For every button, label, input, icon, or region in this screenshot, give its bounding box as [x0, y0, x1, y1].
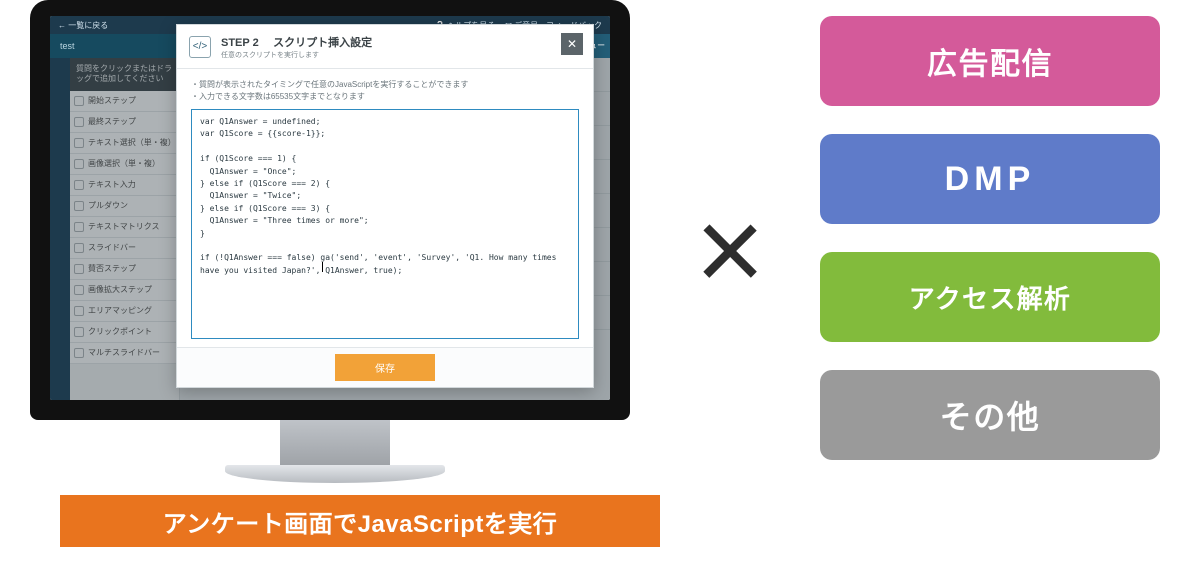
script-settings-modal: </> STEP 2 スクリプト挿入設定 任意のスクリプトを実行します ✕ ・質… [176, 24, 594, 388]
monitor-screen: ← 一覧に戻る ❔ ヘルプを見る ✉ ご意見・フィードバック test ⋯ 質問… [50, 16, 610, 400]
project-name: test [50, 41, 170, 51]
script-textarea[interactable]: var Q1Answer = undefined; var Q1Score = … [191, 109, 579, 339]
diagram-stage: ← 一覧に戻る ❔ ヘルプを見る ✉ ご意見・フィードバック test ⋯ 質問… [0, 0, 1187, 560]
monitor-stand-base [225, 465, 445, 483]
modal-note-2: ・入力できる文字数は65535文字までとなります [191, 91, 579, 103]
pill-access-analytics: アクセス解析 [820, 252, 1160, 342]
pill-ad-delivery: 広告配信 [820, 16, 1160, 106]
modal-close-button[interactable]: ✕ [561, 33, 583, 55]
modal-subtitle: 任意のスクリプトを実行します [221, 52, 372, 60]
text-caret-icon [322, 262, 323, 272]
modal-footer: 保存 [177, 347, 593, 387]
script-icon: </> [189, 36, 211, 58]
monitor-column: ← 一覧に戻る ❔ ヘルプを見る ✉ ご意見・フィードバック test ⋯ 質問… [0, 0, 640, 547]
modal-title: スクリプト挿入設定 [273, 37, 372, 49]
monitor-stand-neck [280, 420, 390, 465]
modal-header: </> STEP 2 スクリプト挿入設定 任意のスクリプトを実行します ✕ [177, 25, 593, 69]
multiply-column: × [640, 0, 820, 560]
multiply-icon: × [695, 190, 765, 310]
modal-note-1: ・質問が表示されたタイミングで任意のJavaScriptを実行することができます [191, 79, 579, 91]
pill-dmp: DMP [820, 134, 1160, 224]
back-link[interactable]: ← 一覧に戻る [58, 20, 108, 31]
modal-step-label: STEP 2 [221, 37, 259, 49]
integration-pills: 広告配信 DMP アクセス解析 その他 [820, 0, 1160, 460]
save-button[interactable]: 保存 [335, 354, 435, 381]
pill-other: その他 [820, 370, 1160, 460]
caption-bar: アンケート画面でJavaScriptを実行 [60, 495, 660, 547]
monitor-bezel: ← 一覧に戻る ❔ ヘルプを見る ✉ ご意見・フィードバック test ⋯ 質問… [30, 0, 630, 420]
tool-rail [50, 58, 70, 400]
modal-notes: ・質問が表示されたタイミングで任意のJavaScriptを実行することができます… [177, 69, 593, 109]
